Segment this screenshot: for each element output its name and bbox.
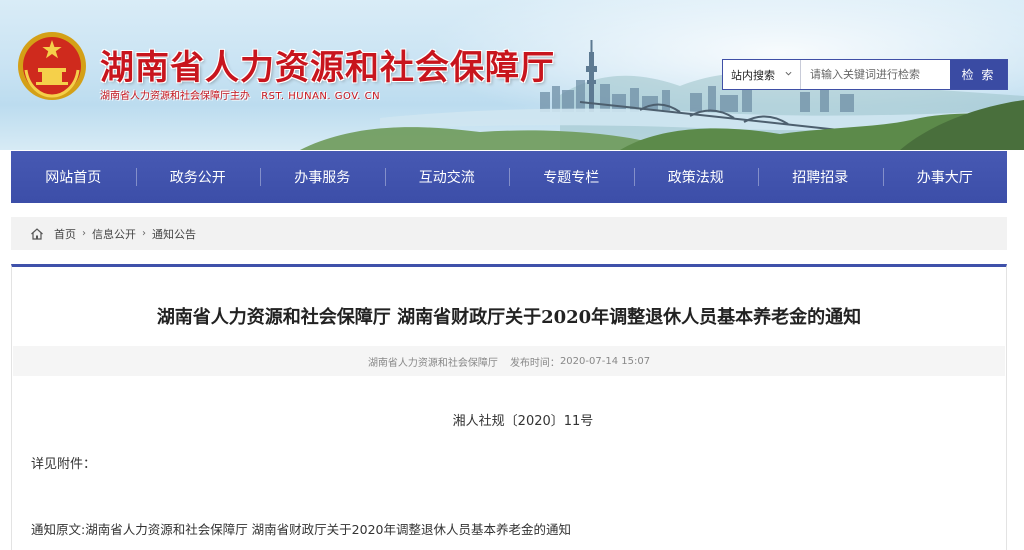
site-header: 湖南省人力资源和社会保障厅 湖南省人力资源和社会保障厅主办 RST. HUNAN… xyxy=(0,0,1024,150)
site-sponsor: 湖南省人力资源和社会保障厅主办 xyxy=(100,91,250,102)
site-title[interactable]: 湖南省人力资源和社会保障厅 xyxy=(100,40,555,89)
article-source: 湖南省人力资源和社会保障厅 xyxy=(367,357,498,369)
national-emblem-icon xyxy=(18,32,86,100)
search-scope-label: 站内搜索 xyxy=(731,68,775,82)
main-nav: 网站首页 政务公开 办事服务 互动交流 专题专栏 政策法规 招聘招录 办事大厅 xyxy=(11,151,1007,203)
document-number-text: 湘人社规〔2020〕11号 xyxy=(452,414,594,429)
document-number: 湘人社规〔2020〕11号 xyxy=(12,410,1024,429)
nav-item-interaction[interactable]: 互动交流 xyxy=(384,151,510,203)
breadcrumb-info-disclosure[interactable]: 信息公开 xyxy=(92,226,136,242)
breadcrumb: 首页 › 信息公开 › 通知公告 xyxy=(11,217,1007,250)
nav-item-service-hall[interactable]: 办事大厅 xyxy=(882,151,1008,203)
article-title: 湖南省人力资源和社会保障厅 湖南省财政厅关于2020年调整退休人员基本养老金的通… xyxy=(156,307,862,328)
chevron-right-icon: › xyxy=(142,228,146,239)
search-scope-select[interactable]: 站内搜索 xyxy=(723,60,801,89)
breadcrumb-home[interactable]: 首页 xyxy=(54,226,76,242)
article-meta: 湖南省人力资源和社会保障厅 发布时间： 2020-07-14 15:07 xyxy=(13,346,1005,376)
publish-time-label: 发布时间： xyxy=(509,357,560,369)
search-input[interactable] xyxy=(801,60,950,89)
search-button[interactable]: 检 索 xyxy=(950,60,1007,89)
nav-item-services[interactable]: 办事服务 xyxy=(260,151,385,203)
site-domain: RST. HUNAN. GOV. CN xyxy=(261,91,381,102)
nav-item-recruitment[interactable]: 招聘招录 xyxy=(758,151,883,203)
article-panel: 湖南省人力资源和社会保障厅 湖南省财政厅关于2020年调整退休人员基本养老金的通… xyxy=(11,264,1007,550)
nav-item-government-affairs[interactable]: 政务公开 xyxy=(135,151,261,203)
article-paragraph: 详见附件： xyxy=(31,457,97,472)
site-subtitle: 湖南省人力资源和社会保障厅主办 RST. HUNAN. GOV. CN xyxy=(100,87,380,102)
home-icon[interactable] xyxy=(30,227,44,241)
nav-item-home[interactable]: 网站首页 xyxy=(11,151,136,203)
nav-item-special-topics[interactable]: 专题专栏 xyxy=(509,151,634,203)
breadcrumb-notices[interactable]: 通知公告 xyxy=(152,226,196,242)
chevron-right-icon: › xyxy=(82,228,86,239)
attachment-link[interactable]: 通知原文:湖南省人力资源和社会保障厅 湖南省财政厅关于2020年调整退休人员基本… xyxy=(31,519,571,538)
search-box: 站内搜索 检 索 xyxy=(722,59,1008,90)
chevron-down-icon xyxy=(785,71,792,76)
nav-item-policies[interactable]: 政策法规 xyxy=(633,151,759,203)
publish-time: 2020-07-14 15:07 xyxy=(559,355,651,367)
